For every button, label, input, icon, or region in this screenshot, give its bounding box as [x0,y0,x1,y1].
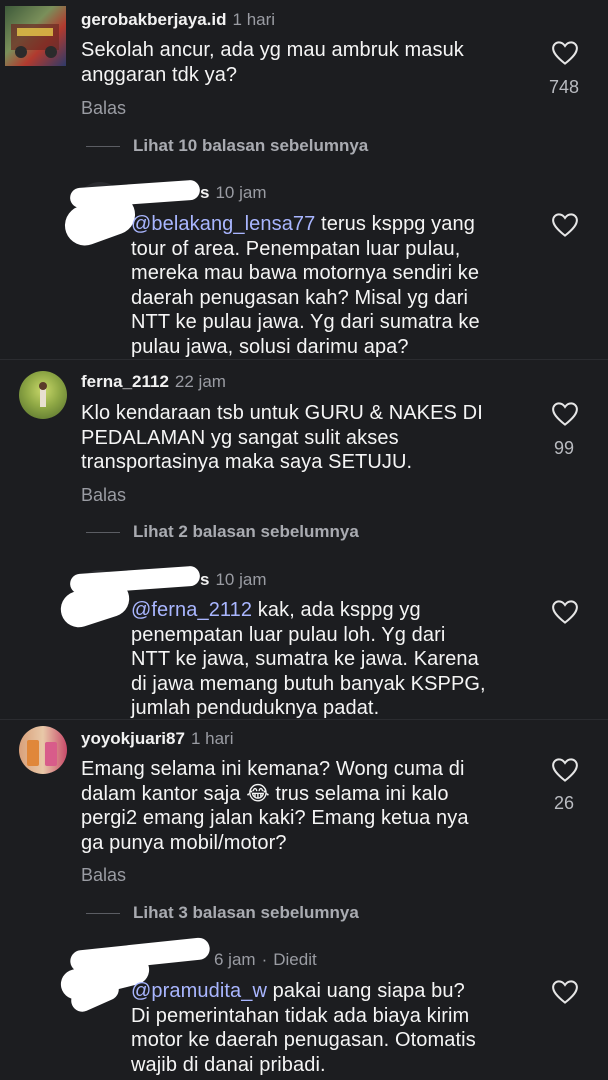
reply-button[interactable]: Balas [81,865,126,886]
heart-outline-icon[interactable] [550,38,580,68]
comment-username[interactable]: s [200,183,209,202]
heart-outline-icon[interactable] [550,597,580,627]
comment-time: 22 jam [174,372,226,391]
heart-outline-icon[interactable] [550,399,580,429]
comment-time: 10 jam [215,183,267,202]
comment-text: Emang selama ini kemana? Wong cuma di da… [81,758,469,854]
heart-outline-icon[interactable] [550,755,580,785]
divider-line [86,912,120,914]
mention-link[interactable]: @belakang_lensa77 [131,213,315,235]
comment-text: Klo kendaraan tsb untuk GURU & NAKES DI … [81,402,483,473]
comment-time: 10 jam [215,570,267,589]
view-previous-replies[interactable]: Lihat 10 balasan sebelumnya [86,136,368,156]
edited-label: Diedit [273,950,317,969]
comment-text: Sekolah ancur, ada yg mau ambruk masuk a… [81,39,464,86]
laughing-emoji-icon: 😂 [246,782,270,805]
comment-username[interactable]: s [200,570,209,589]
comment-username[interactable]: yoyokjuari87 [81,729,185,748]
comment-text: @pramudita_w pakai uang siapa bu? Di pem… [131,980,476,1076]
divider-line [86,145,120,147]
reply-button[interactable]: Balas [81,98,126,119]
like-count: 748 [548,77,580,97]
view-previous-replies[interactable]: Lihat 3 balasan sebelumnya [86,903,359,923]
view-previous-replies[interactable]: Lihat 2 balasan sebelumnya [86,522,359,542]
mention-link[interactable]: @pramudita_w [131,980,267,1002]
comment-text: @belakang_lensa77 terus ksppg yang tour … [131,213,480,358]
heart-outline-icon[interactable] [550,210,580,240]
comment-username[interactable]: gerobakberjaya.id [81,10,227,29]
avatar-image [11,24,59,58]
comment-time: 1 hari [232,10,276,29]
mention-link[interactable]: @ferna_2112 [131,599,252,621]
comment-time: 1 hari [190,729,234,748]
avatar[interactable] [5,6,66,66]
heart-outline-icon[interactable] [550,977,580,1007]
divider [0,359,608,360]
like-count: 26 [553,793,575,813]
redaction-scribble [56,576,134,632]
like-count: 99 [553,438,575,458]
comment-text: @ferna_2112 kak, ada ksppg yg penempatan… [131,599,486,719]
avatar-image [27,740,57,766]
reply-button[interactable]: Balas [81,485,126,506]
divider [0,719,608,720]
avatar[interactable] [19,371,67,419]
comment-username[interactable]: ferna_2112 [81,372,169,391]
avatar[interactable] [19,726,67,774]
avatar-image [39,382,47,407]
divider-line [86,531,120,533]
comment-time: 6 jam [214,950,256,969]
